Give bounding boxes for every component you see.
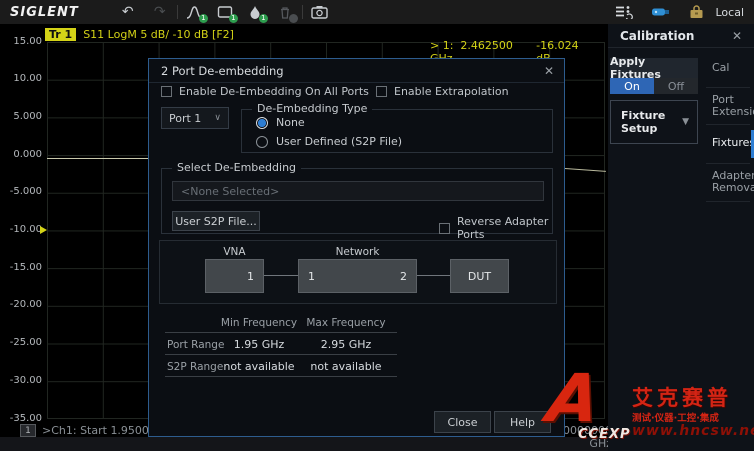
- panel-title: Calibration: [620, 29, 694, 43]
- dialog-titlebar: 2 Port De-embedding ✕: [149, 59, 564, 83]
- y-axis-label: 0.000: [0, 149, 42, 160]
- system-menu-icon[interactable]: [613, 2, 635, 22]
- help-button[interactable]: Help: [494, 411, 551, 433]
- trace-1-badge[interactable]: Tr 1: [45, 28, 76, 41]
- checkbox-icon: [439, 223, 450, 234]
- y-axis-label: -15.00: [0, 262, 42, 273]
- toolbar-divider: [302, 5, 303, 19]
- tab-port-extension[interactable]: Port Extension: [702, 94, 754, 118]
- reference-level-marker-icon: [40, 226, 47, 234]
- y-axis-label: -30.00: [0, 375, 42, 386]
- radio-selected-icon: [256, 117, 268, 129]
- siglent-logo: SIGLENT: [10, 5, 79, 20]
- panel-close-icon[interactable]: ✕: [732, 29, 742, 43]
- display-window-icon[interactable]: 1: [214, 2, 236, 22]
- enable-extrapolation-checkbox[interactable]: Enable Extrapolation: [376, 85, 509, 98]
- s2p-range-max: not available: [298, 360, 394, 373]
- y-axis-label: 15.00: [0, 36, 42, 47]
- top-toolbar: SIGLENT ↶ ↷ 1 1 1: [0, 0, 754, 24]
- tab-cal[interactable]: Cal: [702, 62, 754, 74]
- group-legend: Select De-Embedding: [172, 161, 301, 174]
- dut-label: DUT: [468, 270, 491, 283]
- connector-line: [417, 275, 450, 276]
- radio-none[interactable]: None: [256, 116, 305, 129]
- channel-badge[interactable]: 1: [20, 424, 36, 437]
- radio-icon: [256, 136, 268, 148]
- chevron-down-icon: ▼: [682, 117, 689, 127]
- chevron-down-icon: ∨: [214, 113, 221, 123]
- marker-count-badge: 1: [259, 14, 268, 23]
- group-legend: De-Embedding Type: [252, 102, 372, 115]
- trace-count-badge: 1: [199, 14, 208, 23]
- accexp-watermark: A CCEXP 艾克赛普 测试·仪器·工控·集成 www.hncsw.net: [548, 380, 754, 451]
- checkbox-icon: [161, 86, 172, 97]
- de-embedding-selection-field[interactable]: <None Selected>: [172, 181, 544, 201]
- local-mode-button[interactable]: Local: [715, 6, 744, 19]
- tab-fixtures[interactable]: Fixtures: [702, 137, 754, 149]
- redo-button[interactable]: ↷: [149, 2, 171, 22]
- port-range-max: 2.95 GHz: [298, 338, 394, 351]
- fixture-setup-dropdown[interactable]: Fixture Setup ▼: [610, 100, 698, 144]
- trace-segment: [47, 158, 148, 159]
- port-range-min: 1.95 GHz: [211, 338, 307, 351]
- accexp-logo-text: CCEXP: [578, 427, 631, 442]
- close-button[interactable]: Close: [434, 411, 491, 433]
- y-axis-label: -5.000: [0, 186, 42, 197]
- toggle-on-button[interactable]: On: [610, 78, 654, 94]
- toolbar-divider: [177, 5, 178, 19]
- vna-port-1: 1: [247, 270, 254, 283]
- checkbox-icon: [376, 86, 387, 97]
- undo-button[interactable]: ↶: [117, 2, 139, 22]
- display-count-badge: 1: [229, 14, 238, 23]
- watermark-slogan: 测试·仪器·工控·集成: [632, 410, 719, 424]
- connector-line: [264, 275, 298, 276]
- toolbox-icon[interactable]: [685, 2, 707, 22]
- enable-all-ports-checkbox[interactable]: Enable De-Embedding On All Ports: [161, 85, 369, 98]
- s2p-range-min: not available: [211, 360, 307, 373]
- apply-fixtures-label: Apply Fixtures: [610, 58, 698, 78]
- dialog-close-icon[interactable]: ✕: [544, 64, 554, 78]
- watermark-url: www.hncsw.net: [632, 423, 754, 439]
- vna-box: 1: [205, 259, 264, 293]
- y-axis-label: -35.00: [0, 413, 42, 424]
- usb-device-icon[interactable]: [649, 2, 671, 22]
- trace-info-bar[interactable]: Tr 1 S11 LogM 5 dB/ -10 dB [F2]: [45, 28, 234, 41]
- y-axis-label: 5.000: [0, 111, 42, 122]
- max-frequency-header: Max Frequency: [298, 317, 394, 329]
- screenshot-camera-icon[interactable]: [309, 2, 331, 22]
- connection-diagram: VNA Network 1 1 2 DUT: [159, 240, 557, 304]
- accexp-logo-a: A: [543, 366, 603, 432]
- y-axis-label: -10.00: [0, 224, 42, 235]
- tab-adapter-removal[interactable]: Adapter Removal: [702, 170, 754, 194]
- trace-icon[interactable]: 1: [184, 2, 206, 22]
- port-select-dropdown[interactable]: Port 1 ∨: [161, 107, 229, 129]
- y-axis-label: 10.00: [0, 73, 42, 84]
- network-box: 1 2: [298, 259, 417, 293]
- network-port-1: 1: [308, 270, 315, 283]
- delete-trash-icon[interactable]: [274, 2, 296, 22]
- reverse-adapter-ports-checkbox[interactable]: Reverse Adapter Ports: [439, 215, 552, 241]
- apply-fixtures-toggle: On Off: [610, 78, 698, 94]
- vna-label: VNA: [205, 246, 264, 258]
- dut-box: DUT: [450, 259, 509, 293]
- de-embedding-type-group: De-Embedding Type None User Defined (S2P…: [241, 109, 553, 153]
- network-label: Network: [298, 246, 417, 258]
- network-port-2: 2: [400, 270, 407, 283]
- select-de-embedding-group: Select De-Embedding <None Selected> User…: [161, 168, 553, 234]
- de-embedding-dialog: 2 Port De-embedding ✕ Enable De-Embeddin…: [148, 58, 565, 437]
- dialog-title: 2 Port De-embedding: [161, 64, 284, 78]
- vna-application-window: SIGLENT ↶ ↷ 1 1 1: [0, 0, 754, 451]
- y-axis-label: -20.00: [0, 299, 42, 310]
- y-axis-label: -25.00: [0, 337, 42, 348]
- watermark-chinese-name: 艾克赛普: [632, 382, 732, 412]
- toggle-off-button[interactable]: Off: [654, 78, 698, 94]
- trace-1-settings: S11 LogM 5 dB/ -10 dB [F2]: [83, 28, 234, 41]
- panel-header: Calibration ✕: [608, 24, 754, 48]
- user-s2p-file-button[interactable]: User S2P File...: [172, 211, 260, 231]
- radio-user-defined[interactable]: User Defined (S2P File): [256, 135, 402, 148]
- min-frequency-header: Min Frequency: [211, 317, 307, 329]
- marker-icon[interactable]: 1: [244, 2, 266, 22]
